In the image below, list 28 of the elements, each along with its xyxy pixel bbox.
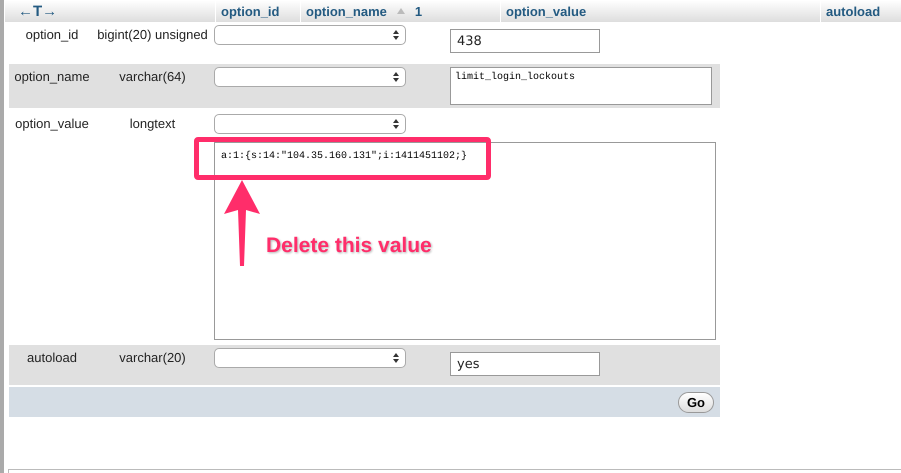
annotation-label: Delete this value	[266, 234, 432, 258]
column-header[interactable]: option_id	[221, 4, 280, 18]
function-select[interactable]	[214, 25, 406, 45]
field-type: bigint(20) unsigned	[96, 26, 209, 42]
value-textarea[interactable]: limit_login_lockouts	[450, 67, 712, 105]
field-type: varchar(64)	[118, 68, 187, 84]
field-name: option_name	[13, 68, 91, 84]
select-arrows-icon	[393, 353, 399, 363]
select-arrows-icon	[393, 30, 399, 40]
sort-order: 1	[414, 4, 422, 18]
column-arrows[interactable]: ←T→	[10, 2, 58, 20]
column-header[interactable]: option_value	[506, 4, 586, 18]
column-header[interactable]: option_name	[306, 4, 387, 18]
field-type: varchar(20)	[118, 349, 187, 365]
function-select[interactable]	[214, 348, 406, 368]
function-select[interactable]	[214, 67, 406, 87]
column-header[interactable]: autoload	[826, 4, 880, 18]
field-name: autoload	[26, 349, 78, 365]
select-arrows-icon	[393, 72, 399, 82]
go-button[interactable]: Go	[678, 392, 714, 412]
select-arrows-icon	[393, 119, 399, 129]
field-name: option_value	[14, 115, 90, 131]
function-select[interactable]	[214, 114, 406, 134]
field-name: option_id	[24, 26, 80, 42]
value-field[interactable]: 438	[450, 29, 600, 53]
sort-triangle-icon	[396, 8, 405, 14]
value-field[interactable]: yes	[450, 352, 600, 376]
field-type: longtext	[128, 115, 176, 131]
